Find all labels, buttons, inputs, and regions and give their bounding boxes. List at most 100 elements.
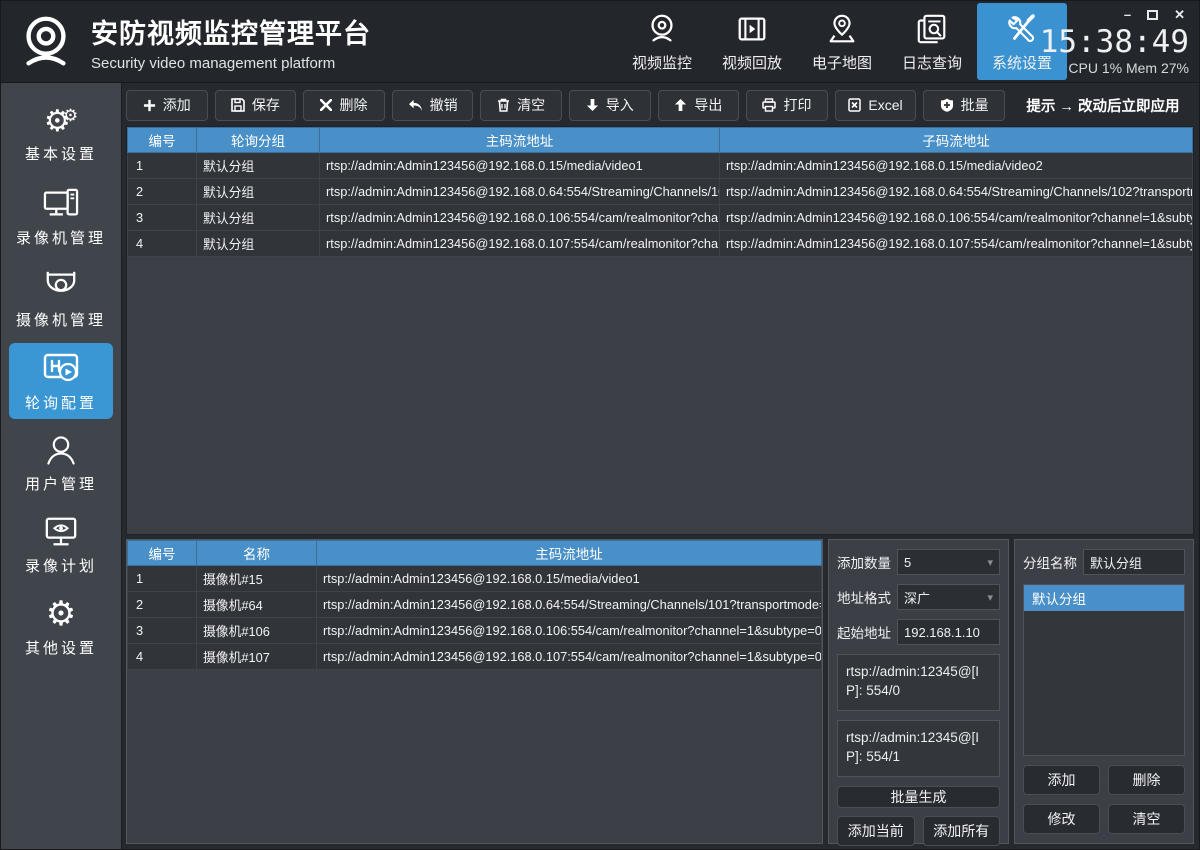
printer-icon (762, 98, 776, 112)
group-modify-button[interactable]: 修改 (1023, 804, 1100, 834)
x-icon (320, 99, 332, 111)
button-label: 保存 (252, 95, 280, 115)
list-item-group[interactable]: 默认分组 (1024, 585, 1184, 611)
cell-group: 默认分组 (197, 231, 320, 257)
table-row[interactable]: 3 摄像机#106 rtsp://admin:Admin123456@192.1… (128, 618, 822, 644)
group-list: 默认分组 (1023, 584, 1185, 756)
camera-table: 编号 名称 主码流地址 1 摄像机#15 rtsp://admin:Admin1… (127, 540, 822, 670)
hd-play-icon (41, 350, 81, 386)
tools-icon (1005, 10, 1039, 46)
table-row[interactable]: 2 摄像机#64 rtsp://admin:Admin123456@192.16… (128, 592, 822, 618)
col-header-main-stream[interactable]: 主码流地址 (317, 541, 822, 566)
nav-item-video-monitor[interactable]: 视频监控 (617, 1, 707, 82)
cell-main-stream: rtsp://admin:Admin123456@192.168.0.64:55… (320, 179, 720, 205)
batch-generate-button[interactable]: 批量生成 (837, 786, 1000, 808)
add-count-dropdown[interactable]: 5 ▾ (897, 549, 1000, 575)
col-header-name[interactable]: 名称 (197, 541, 317, 566)
address-format-dropdown[interactable]: 深广 ▾ (897, 584, 1000, 610)
sidebar-item-basic-settings[interactable]: ⚙⚙ 基本设置 (9, 97, 113, 173)
clock-panel: – ✕ 15:38:49 CPU 1% Mem 27% (1067, 2, 1199, 82)
table-row[interactable]: 1 默认分组 rtsp://admin:Admin123456@192.168.… (128, 153, 1193, 179)
batch-button[interactable]: 批量 (923, 90, 1005, 121)
start-address-label: 起始地址 (837, 622, 891, 642)
button-label: 批量 (961, 95, 989, 115)
button-label: 导出 (694, 95, 722, 115)
button-label: Excel (868, 97, 902, 113)
table-row[interactable]: 2 默认分组 rtsp://admin:Admin123456@192.168.… (128, 179, 1193, 205)
sub-stream-template-box[interactable]: rtsp://admin:12345@[IP]: 554/1 (837, 720, 1000, 777)
excel-doc-icon (848, 98, 861, 112)
col-header-id[interactable]: 编号 (128, 541, 197, 566)
main-stream-template-box[interactable]: rtsp://admin:12345@[IP]: 554/0 (837, 654, 1000, 711)
col-header-sub-stream[interactable]: 子码流地址 (720, 128, 1193, 153)
sidebar-item-other-settings[interactable]: ⚙ 其他设置 (9, 589, 113, 665)
cell-sub-stream: rtsp://admin:Admin123456@192.168.0.15/me… (720, 153, 1193, 179)
maximize-button[interactable] (1147, 10, 1158, 20)
table-row[interactable]: 3 默认分组 rtsp://admin:Admin123456@192.168.… (128, 205, 1193, 231)
minimize-button[interactable]: – (1124, 9, 1131, 21)
col-header-id[interactable]: 编号 (128, 128, 197, 153)
sidebar-item-label: 录像机管理 (16, 227, 106, 248)
save-button[interactable]: 保存 (215, 90, 297, 121)
toolbar: 添加 保存 删除 撤销 清空 (126, 86, 1194, 124)
arrow-down-icon (586, 98, 599, 112)
batch-generate-panel: 添加数量 5 ▾ 地址格式 深广 ▾ 起始地址 (828, 539, 1009, 844)
sidebar-item-record-plan[interactable]: 录像计划 (9, 507, 113, 583)
delete-button[interactable]: 删除 (303, 90, 385, 121)
cell-id: 3 (128, 618, 197, 644)
cell-main-stream: rtsp://admin:Admin123456@192.168.0.106:5… (317, 618, 822, 644)
group-clear-button[interactable]: 清空 (1108, 804, 1185, 834)
nav-item-log-query[interactable]: 日志查询 (887, 1, 977, 82)
app-window: 安防视频监控管理平台 Security video management pla… (0, 0, 1200, 850)
import-button[interactable]: 导入 (569, 90, 651, 121)
export-button[interactable]: 导出 (658, 90, 740, 121)
camera-table-header-row: 编号 名称 主码流地址 (128, 541, 822, 566)
cell-sub-stream: rtsp://admin:Admin123456@192.168.0.64:55… (720, 179, 1193, 205)
cell-main-stream: rtsp://admin:Admin123456@192.168.0.15/me… (317, 566, 822, 592)
undo-button[interactable]: 撤销 (392, 90, 474, 121)
sidebar-item-polling-config[interactable]: 轮询配置 (9, 343, 113, 419)
button-label: 添加 (163, 95, 191, 115)
excel-button[interactable]: Excel (835, 90, 917, 121)
app-logo-webcam-icon (15, 11, 77, 73)
start-address-input[interactable] (897, 619, 1000, 645)
cell-name: 摄像机#15 (197, 566, 317, 592)
sidebar-item-label: 其他设置 (25, 637, 97, 658)
group-add-button[interactable]: 添加 (1023, 765, 1100, 795)
plus-icon (143, 99, 156, 112)
camera-table-panel: 编号 名称 主码流地址 1 摄像机#15 rtsp://admin:Admin1… (126, 539, 823, 844)
sidebar-item-user-mgmt[interactable]: 用户管理 (9, 425, 113, 501)
cell-main-stream: rtsp://admin:Admin123456@192.168.0.64:55… (317, 592, 822, 618)
table-row[interactable]: 4 默认分组 rtsp://admin:Admin123456@192.168.… (128, 231, 1193, 257)
chevron-down-icon: ▾ (987, 591, 993, 604)
clear-button[interactable]: 清空 (480, 90, 562, 121)
cell-id: 2 (128, 592, 197, 618)
monitor-eye-icon (42, 515, 80, 549)
table-row[interactable]: 1 摄像机#15 rtsp://admin:Admin123456@192.16… (128, 566, 822, 592)
nav-item-video-playback[interactable]: 视频回放 (707, 1, 797, 82)
add-all-button[interactable]: 添加所有 (923, 816, 1001, 846)
digital-clock: 15:38:49 (1040, 26, 1189, 58)
print-button[interactable]: 打印 (746, 90, 828, 121)
col-header-group[interactable]: 轮询分组 (197, 128, 320, 153)
polling-table-panel: 编号 轮询分组 主码流地址 子码流地址 1 默认分组 rtsp://admin:… (126, 126, 1194, 535)
sidebar-item-recorder-mgmt[interactable]: 录像机管理 (9, 179, 113, 255)
group-name-input[interactable] (1083, 549, 1185, 575)
add-button[interactable]: 添加 (126, 90, 208, 121)
group-delete-button[interactable]: 删除 (1108, 765, 1185, 795)
cell-id: 2 (128, 179, 197, 205)
nav-label: 视频回放 (722, 52, 782, 73)
col-header-main-stream[interactable]: 主码流地址 (320, 128, 720, 153)
trash-icon (497, 98, 510, 112)
cell-id: 4 (128, 231, 197, 257)
address-format-value: 深广 (904, 588, 930, 607)
sidebar-item-camera-mgmt[interactable]: 摄像机管理 (9, 261, 113, 337)
group-name-label: 分组名称 (1023, 552, 1077, 572)
document-search-icon (915, 10, 949, 46)
table-row[interactable]: 4 摄像机#107 rtsp://admin:Admin123456@192.1… (128, 644, 822, 670)
cell-group: 默认分组 (197, 179, 320, 205)
add-current-button[interactable]: 添加当前 (837, 816, 915, 846)
cell-group: 默认分组 (197, 153, 320, 179)
close-button[interactable]: ✕ (1174, 9, 1185, 21)
nav-item-e-map[interactable]: 电子地图 (797, 1, 887, 82)
